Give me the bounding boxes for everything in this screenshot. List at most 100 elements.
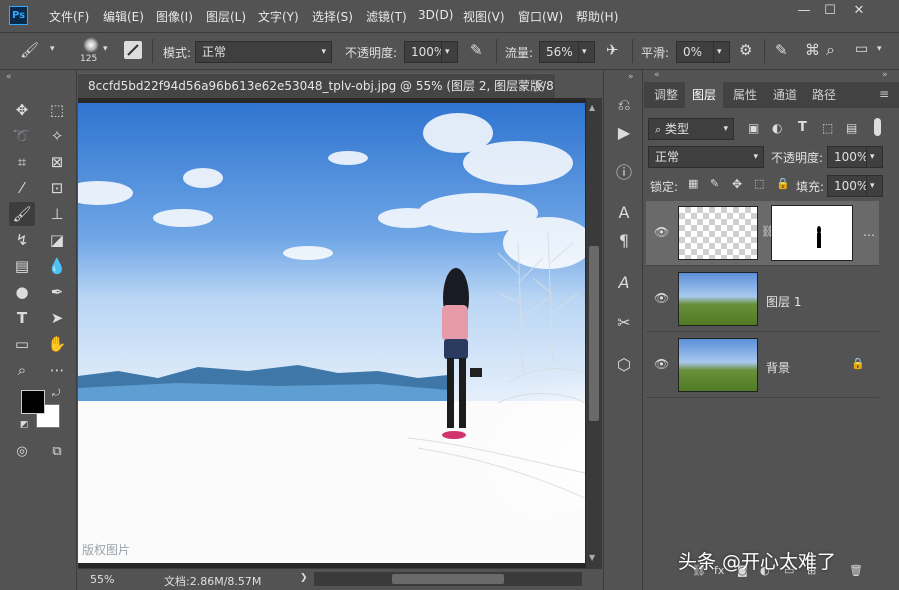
tab-paths[interactable]: 路径 [805,82,843,108]
menu-layer[interactable]: 图层(L) [206,8,246,25]
menu-3d[interactable]: 3D(D) [418,8,453,22]
brush-settings-icon[interactable] [124,41,142,59]
smoothing-dropdown[interactable]: ▾ [713,41,730,63]
expand-icon[interactable]: » [628,72,634,82]
path-selection-tool-icon[interactable]: ➤ [44,306,70,330]
blur-tool-icon[interactable]: 💧 [44,254,70,278]
panel-menu-icon[interactable]: ≡ [879,87,889,101]
eyedropper-tool-icon[interactable]: ⁄ [9,176,35,200]
filter-shape-icon[interactable]: ⬚ [822,121,833,135]
chevron-down-icon[interactable]: ▾ [877,44,882,54]
lock-artboard-icon[interactable]: ⬚ [754,177,764,190]
dodge-tool-icon[interactable]: ● [9,280,35,304]
paragraph-panel-icon[interactable]: ¶ [610,228,638,254]
eraser-tool-icon[interactable]: ◪ [44,228,70,252]
tab-channels[interactable]: 通道 [766,82,804,108]
collapse-icon[interactable]: « [654,70,660,80]
workspace-icon[interactable]: ▭ [855,41,868,57]
tab-layers[interactable]: 图层 [685,82,723,108]
layer-mask-thumbnail[interactable] [771,205,853,261]
brush-preview-icon[interactable] [83,37,99,53]
delete-layer-icon[interactable]: 🗑 [849,564,863,577]
menu-help[interactable]: 帮助(H) [576,8,618,25]
menu-type[interactable]: 文字(Y) [258,8,299,25]
gradient-tool-icon[interactable]: ▤ [9,254,35,278]
brush-tool-icon[interactable]: 🖌 [9,202,35,226]
zoom-tool-icon[interactable]: ⌕ [9,358,35,382]
lock-all-icon[interactable]: 🔒 [776,177,790,190]
menu-view[interactable]: 视图(V) [463,8,505,25]
mode-dropdown[interactable]: 正常 ▾ [195,41,332,63]
stamp-tool-icon[interactable]: ⊥ [44,202,70,226]
canvas-image[interactable]: 版权图片 [78,103,585,563]
layer-thumbnail[interactable] [678,338,758,392]
lock-transparent-icon[interactable]: ▦ [688,177,698,190]
glyphs-panel-icon[interactable]: A [610,270,638,296]
history-brush-tool-icon[interactable]: ↯ [9,228,35,252]
menu-select[interactable]: 选择(S) [312,8,353,25]
visibility-eye-icon[interactable]: 👁 [654,357,670,371]
3d-panel-icon[interactable]: ⬡ [610,352,638,378]
history-panel-icon[interactable]: ⎌ [610,92,638,118]
chevron-down-icon[interactable]: ▾ [50,44,55,54]
marquee-tool-icon[interactable]: ⬚ [44,98,70,122]
info-panel-icon[interactable]: ⓘ [610,160,638,186]
lasso-tool-icon[interactable]: ➰ [9,124,35,148]
menu-edit[interactable]: 编辑(E) [103,8,144,25]
foreground-color-swatch[interactable] [21,390,45,414]
menu-file[interactable]: 文件(F) [49,8,89,25]
blend-mode-dropdown[interactable]: 正常 ▾ [648,146,764,168]
scroll-up-icon[interactable]: ▲ [589,103,595,112]
zoom-level[interactable]: 55% [90,573,114,586]
expand-icon[interactable]: » [882,70,888,80]
swap-colors-icon[interactable]: ⤾ [52,388,60,399]
vertical-scrollbar[interactable]: ▲ ▼ [586,98,602,568]
default-colors-icon[interactable]: ◩ [20,420,29,430]
tool-presets-icon[interactable]: ✂ [610,310,638,336]
filter-toggle[interactable] [874,118,881,136]
layer-row-background[interactable]: 👁 背景 🔒 [646,333,879,398]
more-tools-icon[interactable]: ⋯ [44,358,70,382]
brush-tool-preset-icon[interactable]: 🖌 [20,41,39,59]
filter-smart-object-icon[interactable]: ▤ [846,121,857,135]
symmetry-icon[interactable]: ⌘ [805,41,820,59]
crop-tool-icon[interactable]: ⌗ [9,150,35,174]
document-tab[interactable]: 8ccfd5bd22f94d56a96b613e62e53048_tplv-ob… [78,73,555,98]
menu-window[interactable]: 窗口(W) [518,8,563,25]
close-button[interactable]: ✕ [848,2,870,20]
hand-tool-icon[interactable]: ✋ [44,332,70,356]
type-tool-icon[interactable]: T [9,306,35,330]
screen-mode-icon[interactable]: ⧉ [44,440,70,464]
pen-tool-icon[interactable]: ✒ [44,280,70,304]
scroll-down-icon[interactable]: ▼ [589,553,595,562]
patch-tool-icon[interactable]: ⊡ [44,176,70,200]
fill-dropdown[interactable]: ▾ [866,175,883,197]
frame-tool-icon[interactable]: ⊠ [44,150,70,174]
layer-opacity-dropdown[interactable]: ▾ [866,146,883,168]
menu-filter[interactable]: 滤镜(T) [366,8,407,25]
close-tab-icon[interactable]: ✕ [535,78,545,92]
magic-wand-tool-icon[interactable]: ✧ [44,124,70,148]
visibility-eye-icon[interactable]: 👁 [654,225,670,239]
layer-thumbnail[interactable] [678,272,758,326]
horizontal-scroll-thumb[interactable] [392,574,504,584]
rectangle-tool-icon[interactable]: ▭ [9,332,35,356]
filter-adjustment-icon[interactable]: ◐ [772,121,782,135]
quick-mask-icon[interactable]: ◎ [9,440,35,464]
move-tool-icon[interactable]: ✥ [9,98,35,122]
pressure-opacity-icon[interactable]: ✎ [470,41,483,59]
layer-row-1[interactable]: 👁 图层 1 [646,267,879,332]
airbrush-icon[interactable]: ✈ [606,41,619,59]
search-icon[interactable]: ⌕ [826,40,835,60]
flow-dropdown[interactable]: ▾ [578,41,595,63]
horizontal-scrollbar[interactable] [314,572,582,586]
filter-pixel-icon[interactable]: ▣ [748,121,759,135]
gear-icon[interactable]: ⚙ [739,41,752,59]
layer-row-2[interactable]: 👁 ⛓ … [646,201,879,266]
actions-panel-icon[interactable]: ▶ [610,120,638,146]
visibility-eye-icon[interactable]: 👁 [654,291,670,305]
tab-properties[interactable]: 属性 [726,82,764,108]
collapse-icon[interactable]: « [6,72,12,82]
pressure-size-icon[interactable]: ✎ [775,41,788,59]
tab-adjustments[interactable]: 调整 [647,82,685,108]
